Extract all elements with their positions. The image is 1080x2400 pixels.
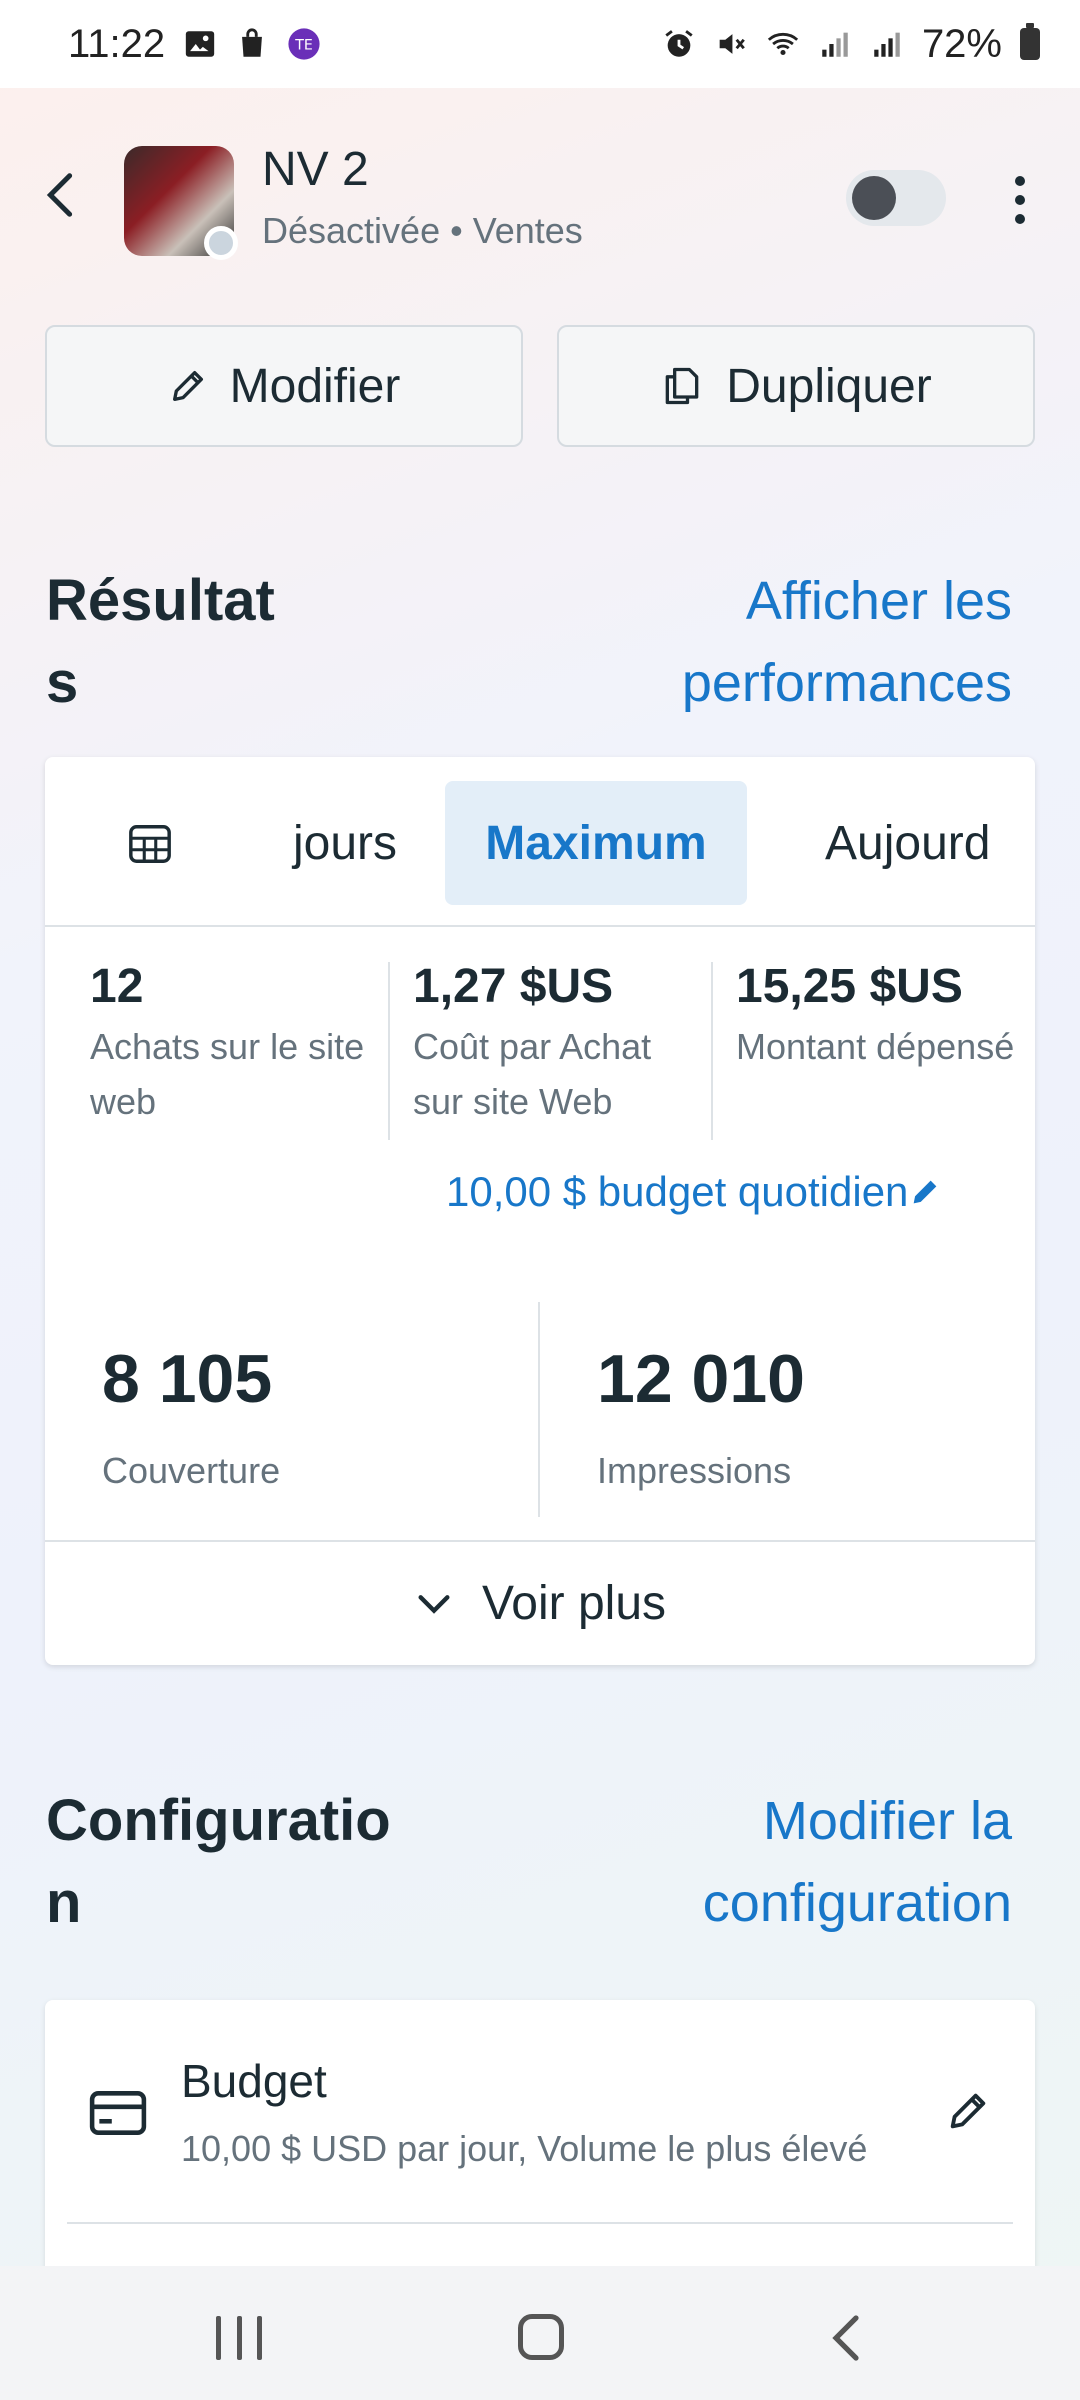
duplicate-icon (665, 367, 699, 405)
wifi-icon (767, 32, 799, 56)
back-arrow-icon[interactable] (38, 170, 82, 220)
dupliquer-label: Dupliquer (726, 359, 932, 413)
divider (538, 1302, 540, 1517)
more-options-icon[interactable] (1000, 170, 1040, 230)
voir-plus-label: Voir plus (481, 1577, 667, 1630)
svg-text:TE: TE (294, 38, 313, 54)
calendar-grid-icon[interactable] (127, 821, 173, 867)
mute-icon (719, 34, 745, 54)
campaign-header: NV 2 Désactivée • Ventes (0, 130, 1080, 260)
app-badge-icon: TE (288, 28, 320, 60)
home-icon[interactable] (518, 2314, 564, 2360)
status-left: 11:22 TE (68, 22, 321, 67)
metric-impressions: 12 010 Impressions (597, 1336, 805, 1492)
chevron-down-icon (418, 1594, 450, 1614)
daily-budget-link[interactable]: 10,00 $ budget quotidien (446, 1168, 1046, 1216)
divider (67, 2222, 1013, 2224)
status-right: 72% (662, 22, 1040, 67)
edit-pencil-icon[interactable] (945, 2088, 991, 2134)
afficher-performances-link[interactable]: Afficher les performances (592, 560, 1012, 724)
metric-value: 15,25 $US (736, 960, 963, 1013)
alarm-icon (665, 30, 693, 57)
metric-label: Achats sur le site web (90, 1026, 365, 1122)
signal-icon (874, 32, 900, 57)
pencil-icon (172, 371, 203, 401)
campaign-subtitle: Désactivée • Ventes (262, 210, 583, 251)
metric-value: 1,27 $US (413, 960, 614, 1013)
budget-description: 10,00 $ USD par jour, Volume le plus éle… (181, 2128, 868, 2169)
divider (711, 962, 713, 1140)
tab-maximum[interactable]: Maximum (445, 781, 747, 905)
metric-achats: 12 Achats sur le site web (90, 957, 390, 1129)
metric-value: 8 105 (102, 1341, 273, 1417)
shopping-bag-icon (242, 28, 263, 57)
results-title: Résultat s (46, 568, 275, 715)
recent-apps-icon[interactable] (216, 2316, 262, 2360)
metric-label: Montant dépensé (736, 1026, 1015, 1067)
metric-label: Couverture (102, 1450, 281, 1491)
pencil-icon (914, 1180, 937, 1204)
status-time: 11:22 (68, 21, 166, 66)
modifier-label: Modifier (229, 359, 401, 413)
metric-label: Coût par Achat sur site Web (413, 1026, 652, 1122)
modifier-configuration-link[interactable]: Modifier la configuration (592, 1780, 1012, 1944)
campaign-toggle[interactable] (846, 170, 946, 226)
status-dot (204, 226, 238, 260)
status-bar: 11:22 TE 72% (0, 0, 1080, 88)
campaign-title: NV 2 (262, 143, 369, 196)
metric-montant-depense: 15,25 $US Montant dépensé (736, 957, 1026, 1074)
back-icon[interactable] (828, 2312, 864, 2364)
divider (388, 962, 390, 1140)
metric-value: 12 (90, 960, 144, 1013)
system-nav-bar (0, 2266, 1080, 2400)
modifier-button[interactable]: Modifier (45, 325, 523, 447)
image-icon (185, 31, 215, 57)
battery-percent: 72% (921, 21, 1002, 66)
toggle-knob (852, 176, 896, 220)
configuration-title: Configuratio n (46, 1788, 391, 1935)
metric-couverture: 8 105 Couverture (102, 1336, 280, 1492)
metric-value: 12 010 (597, 1341, 805, 1417)
signal-icon (822, 32, 848, 57)
tab-aujourdhui[interactable]: Aujourd (825, 781, 1035, 905)
budget-title: Budget (181, 2055, 327, 2107)
date-range-tabs: jours Maximum Aujourd (45, 757, 1035, 927)
metric-label: Impressions (597, 1450, 792, 1491)
battery-icon (1020, 23, 1040, 60)
credit-card-icon (89, 2091, 147, 2135)
tab-jours[interactable]: jours (245, 781, 445, 905)
voir-plus-button[interactable]: Voir plus (45, 1540, 1035, 1665)
metric-cout-par-achat: 1,27 $US Coût par Achat sur site Web (413, 957, 703, 1129)
dupliquer-button[interactable]: Dupliquer (557, 325, 1035, 447)
configuration-card: Budget 10,00 $ USD par jour, Volume le p… (45, 2000, 1035, 2280)
daily-budget-label: 10,00 $ budget quotidien (446, 1168, 909, 1215)
